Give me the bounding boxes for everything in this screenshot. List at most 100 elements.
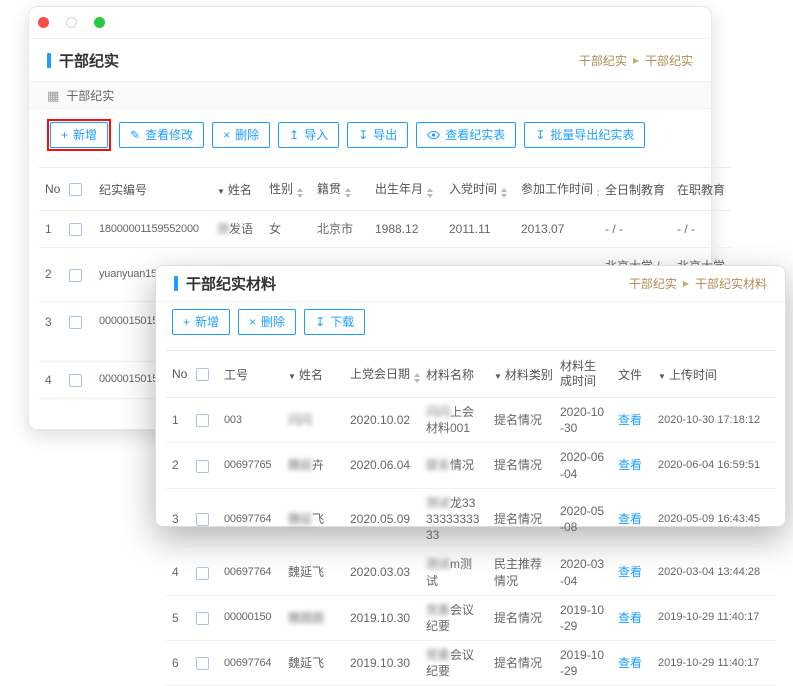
import-button[interactable]: ↥ 导入 bbox=[278, 122, 339, 148]
col-label: 出生年月 bbox=[375, 182, 423, 196]
cell-select bbox=[190, 641, 218, 686]
filter-icon[interactable]: ▼ bbox=[494, 372, 502, 381]
view-file-link[interactable]: 查看 bbox=[618, 512, 642, 526]
cell-category: 提名情况 bbox=[488, 488, 554, 550]
eye-icon bbox=[427, 130, 440, 140]
row-checkbox[interactable] bbox=[196, 460, 209, 473]
filter-icon[interactable]: ▼ bbox=[288, 372, 296, 381]
cell-meeting-date: 2020.05.09 bbox=[344, 488, 420, 550]
cell-category: 提名情况 bbox=[488, 595, 554, 640]
cell-no: 4 bbox=[39, 361, 63, 398]
cell-gen-time: 2019-10-29 bbox=[554, 641, 612, 686]
sort-desc-arrow bbox=[501, 194, 507, 198]
view-record-table-button-label: 查看纪实表 bbox=[445, 129, 505, 141]
select-all-checkbox[interactable] bbox=[69, 183, 82, 196]
view-record-table-button[interactable]: 查看纪实表 bbox=[416, 122, 516, 148]
close-traffic-light[interactable] bbox=[38, 17, 49, 28]
table-row: 2 00697765 魏延卉 2020.06.04 提名情况 提名情况 2020… bbox=[166, 443, 776, 488]
table-row: 4 00697764 魏延飞 2020.03.03 测试m测试 民主推荐情况 2… bbox=[166, 550, 776, 595]
sort-icon[interactable] bbox=[427, 188, 433, 198]
redacted-text: 提名 bbox=[426, 458, 450, 472]
cell-emp-id: 00697764 bbox=[218, 550, 282, 595]
sort-icon[interactable] bbox=[501, 188, 507, 198]
cell-meeting-date: 2020.06.04 bbox=[344, 443, 420, 488]
cell-no: 2 bbox=[39, 248, 63, 301]
add-button-label: 新增 bbox=[73, 129, 97, 141]
card-subheader: ▦ 干部纪实 bbox=[29, 81, 711, 109]
row-checkbox[interactable] bbox=[69, 269, 82, 282]
view-file-link[interactable]: 查看 bbox=[618, 413, 642, 427]
breadcrumb-separator-icon: ▶ bbox=[683, 279, 689, 288]
select-all-checkbox[interactable] bbox=[196, 368, 209, 381]
cell-select bbox=[190, 488, 218, 550]
cell-name: 魏延飞 bbox=[282, 641, 344, 686]
breadcrumb-item-current[interactable]: 干部纪实材料 bbox=[695, 275, 767, 292]
cell-gender: 女 bbox=[263, 211, 311, 248]
redacted-text: 魏延 bbox=[288, 512, 312, 526]
row-checkbox[interactable] bbox=[69, 374, 82, 387]
row-checkbox[interactable] bbox=[196, 567, 209, 580]
batch-export-button[interactable]: ↧ 批量导出纪实表 bbox=[524, 122, 645, 148]
col-label: 籍贯 bbox=[317, 182, 341, 196]
sort-icon[interactable] bbox=[345, 188, 351, 198]
row-checkbox[interactable] bbox=[196, 612, 209, 625]
col-header-birth: 出生年月 bbox=[369, 168, 443, 211]
col-label: 参加工作时间 bbox=[521, 182, 593, 196]
col-header-record-no: 纪实编号 bbox=[93, 168, 211, 211]
upload-icon: ↥ bbox=[289, 129, 299, 141]
view-file-link[interactable]: 查看 bbox=[618, 565, 642, 579]
row-checkbox[interactable] bbox=[69, 223, 82, 236]
row-checkbox[interactable] bbox=[196, 513, 209, 526]
name-text: 发语 bbox=[229, 222, 253, 236]
col-header-select bbox=[63, 168, 93, 211]
breadcrumb-item-current[interactable]: 干部纪实 bbox=[645, 52, 693, 69]
sort-icon[interactable] bbox=[414, 373, 420, 383]
sort-icon[interactable] bbox=[297, 188, 303, 198]
cell-upload-time: 2019-10-29 11:40:17 bbox=[652, 595, 776, 640]
name-text: 卉 bbox=[312, 458, 324, 472]
export-button[interactable]: ↧ 导出 bbox=[347, 122, 408, 148]
add-button[interactable]: + 新增 bbox=[50, 122, 108, 148]
download-icon: ↧ bbox=[315, 316, 325, 328]
view-file-link[interactable]: 查看 bbox=[618, 611, 642, 625]
sort-asc-arrow bbox=[345, 188, 351, 192]
delete-button[interactable]: × 删除 bbox=[212, 122, 270, 148]
cell-select bbox=[63, 248, 93, 301]
minimize-traffic-light[interactable] bbox=[66, 17, 77, 28]
name-text: 魏延飞 bbox=[288, 565, 324, 579]
delete-button[interactable]: × 删除 bbox=[238, 309, 296, 335]
sort-icon[interactable] bbox=[597, 188, 599, 198]
materials-toolbar: + 新增 × 删除 ↧ 下载 bbox=[156, 302, 785, 342]
row-checkbox[interactable] bbox=[196, 414, 209, 427]
download-button[interactable]: ↧ 下载 bbox=[304, 309, 365, 335]
title-accent-bar bbox=[47, 53, 51, 68]
title-accent-bar bbox=[174, 276, 178, 291]
add-button[interactable]: + 新增 bbox=[172, 309, 230, 335]
download-icon: ↧ bbox=[535, 129, 545, 141]
breadcrumb-item[interactable]: 干部纪实 bbox=[629, 275, 677, 292]
breadcrumb-item[interactable]: 干部纪实 bbox=[579, 52, 627, 69]
filter-icon[interactable]: ▼ bbox=[658, 372, 666, 381]
row-checkbox[interactable] bbox=[69, 316, 82, 329]
view-edit-button[interactable]: ✎ 查看修改 bbox=[119, 122, 204, 148]
table-row: 5 00000150 魏圆圆 2019.10.30 党委会议纪要 提名情况 20… bbox=[166, 595, 776, 640]
col-header-gen-time: 材料生成时间 bbox=[554, 351, 612, 398]
cell-emp-id: 003 bbox=[218, 398, 282, 443]
col-label: 上党会日期 bbox=[350, 367, 410, 381]
view-file-link[interactable]: 查看 bbox=[618, 458, 642, 472]
cell-material: 闪闪上会材料001 bbox=[420, 398, 488, 443]
view-file-link[interactable]: 查看 bbox=[618, 656, 642, 670]
col-header-material: 材料名称 bbox=[420, 351, 488, 398]
sort-desc-arrow bbox=[597, 194, 599, 198]
cell-no: 5 bbox=[166, 595, 190, 640]
table-row: 3 00697764 魏延飞 2020.05.09 测试龙33333333333… bbox=[166, 488, 776, 550]
row-checkbox[interactable] bbox=[196, 657, 209, 670]
cell-category: 民主推荐情况 bbox=[488, 550, 554, 595]
maximize-traffic-light[interactable] bbox=[94, 17, 105, 28]
filter-icon[interactable]: ▼ bbox=[217, 187, 225, 196]
cell-file: 查看 bbox=[612, 488, 652, 550]
page-header: 干部纪实 干部纪实 ▶ 干部纪实 bbox=[29, 39, 711, 81]
cell-origin: 北京市 bbox=[311, 211, 369, 248]
records-toolbar: + 新增 ✎ 查看修改 × 删除 ↥ 导入 ↧ 导出 查看纪实表 ↧ 批量导出纪… bbox=[29, 109, 711, 159]
view-edit-button-label: 查看修改 bbox=[145, 129, 193, 141]
